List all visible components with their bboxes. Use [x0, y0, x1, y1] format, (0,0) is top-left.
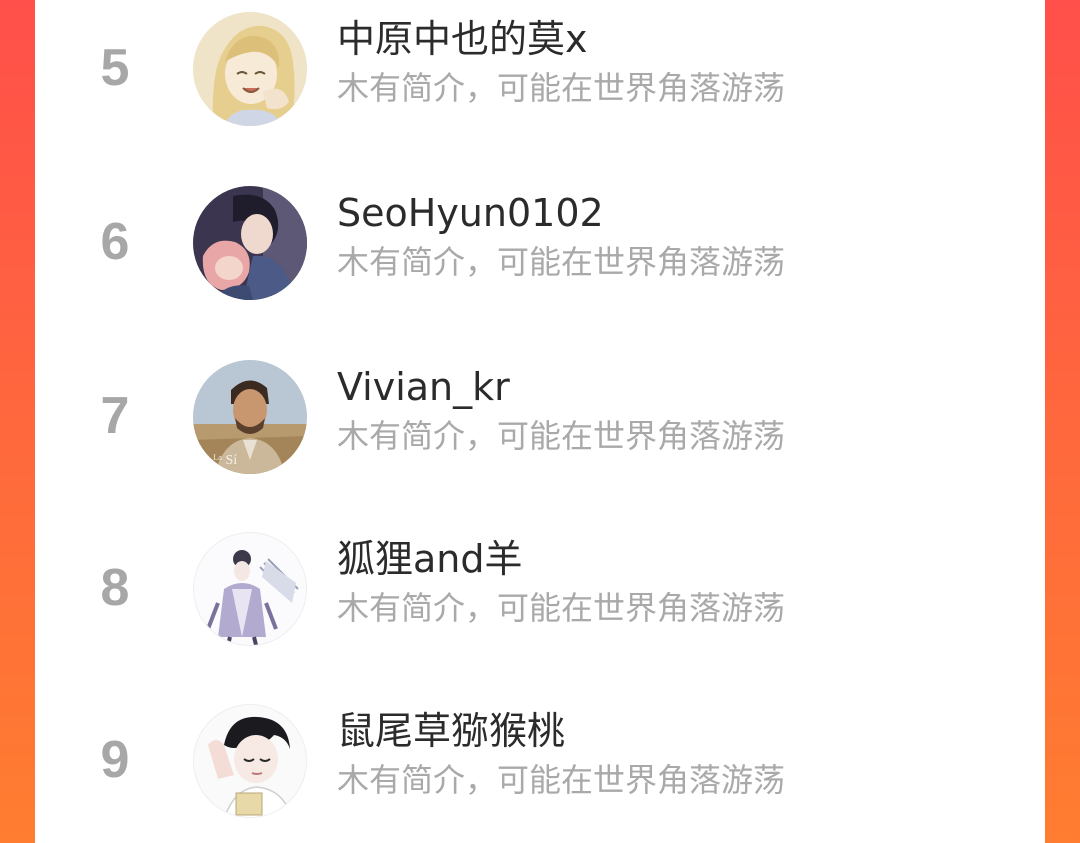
rank-number: 6: [100, 213, 130, 271]
user-name: 狐狸and羊: [337, 537, 523, 581]
user-bio: 木有简介，可能在世界角落游荡: [337, 417, 786, 455]
user-name: 鼠尾草猕猴桃: [337, 709, 566, 753]
avatar-illustration-warrior: [194, 533, 306, 645]
user-avatar[interactable]: [193, 186, 307, 300]
user-bio: 木有简介，可能在世界角落游荡: [337, 589, 786, 627]
user-name: 中原中也的莫x: [337, 17, 588, 61]
user-name: SeoHyun0102: [337, 191, 604, 235]
rank-number: 7: [100, 387, 130, 445]
ranking-row[interactable]: 8 狐狸and羊 木有简介，可能在世界角落游荡: [35, 522, 1045, 672]
user-avatar[interactable]: [193, 704, 307, 818]
avatar-illustration-sleeping-boy: [194, 705, 306, 817]
avatar-illustration-couple: [193, 186, 307, 300]
user-avatar[interactable]: ᴸᵃ Sí: [193, 360, 307, 474]
user-name: Vivian_kr: [337, 365, 510, 409]
user-bio: 木有简介，可能在世界角落游荡: [337, 69, 786, 107]
ranking-row[interactable]: 9 鼠尾草猕猴桃 木有简介，可能在世界角落游荡: [35, 694, 1045, 843]
svg-text:ᴸᵃ Sí: ᴸᵃ Sí: [213, 453, 237, 468]
user-bio: 木有简介，可能在世界角落游荡: [337, 243, 786, 281]
ranking-list-panel: 5 中原中也的莫x 木有简介，可能在世界角落游荡 6 SeoHyun0102 木…: [35, 0, 1045, 843]
user-avatar[interactable]: [193, 532, 307, 646]
avatar-photo-man: ᴸᵃ Sí: [193, 360, 307, 474]
user-avatar[interactable]: [193, 12, 307, 126]
avatar-illustration-blonde-girl: [193, 12, 307, 126]
ranking-row[interactable]: 5 中原中也的莫x 木有简介，可能在世界角落游荡: [35, 2, 1045, 152]
user-bio: 木有简介，可能在世界角落游荡: [337, 761, 786, 799]
rank-number: 9: [100, 731, 130, 789]
rank-number: 8: [100, 559, 130, 617]
rank-number: 5: [100, 39, 130, 97]
ranking-row[interactable]: 6 SeoHyun0102 木有简介，可能在世界角落游荡: [35, 176, 1045, 326]
ranking-row[interactable]: 7 ᴸᵃ Sí Vivian_kr 木有简介，可能在世界角落游荡: [35, 350, 1045, 500]
